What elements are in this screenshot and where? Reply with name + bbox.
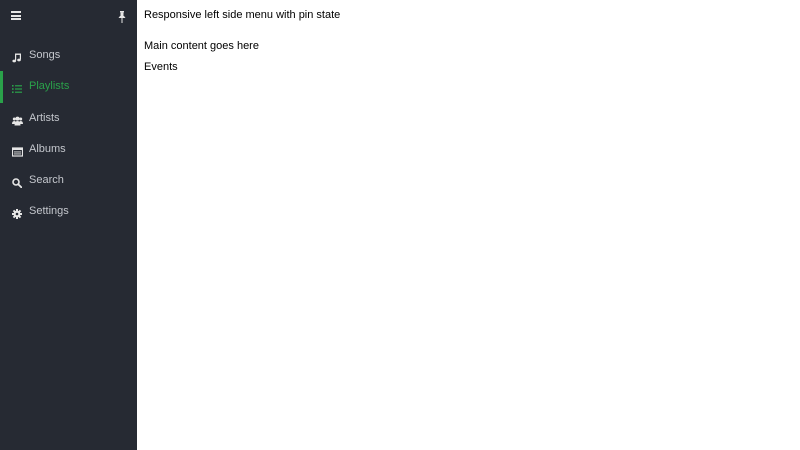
sidebar-item-label: Search	[29, 174, 64, 187]
sidebar-item-albums[interactable]: Albums	[0, 134, 137, 165]
gear-icon	[12, 206, 22, 220]
app: Songs Playlists Artists Albums Search Se…	[0, 0, 800, 450]
sidebar-item-label: Songs	[29, 49, 61, 61]
sidebar-item-search[interactable]: Search	[0, 165, 137, 196]
pin-icon[interactable]	[117, 10, 127, 23]
events-text: Events	[144, 61, 178, 73]
sidebar-item-label: Artists	[29, 111, 60, 124]
content-text: Main content goes here	[144, 40, 259, 52]
users-icon	[12, 113, 23, 126]
sidebar: Songs Playlists Artists Albums Search Se…	[0, 0, 137, 450]
sidebar-item-artists[interactable]: Artists	[0, 103, 137, 134]
search-icon	[12, 175, 23, 189]
sidebar-item-playlists[interactable]: Playlists	[0, 71, 137, 103]
sidebar-item-settings[interactable]: Settings	[0, 196, 137, 227]
sidebar-item-label: Albums	[29, 142, 66, 155]
album-icon	[11, 144, 24, 157]
sidebar-item-songs[interactable]: Songs	[0, 40, 137, 71]
hamburger-icon[interactable]	[11, 11, 21, 20]
sidebar-item-label: Playlists	[29, 80, 70, 93]
page-title: Responsive left side menu with pin state	[144, 9, 341, 21]
sidebar-item-label: Settings	[29, 205, 69, 218]
sidebar-topbar	[0, 0, 137, 31]
sidebar-menu: Songs Playlists Artists Albums Search Se…	[0, 40, 137, 228]
list-icon	[12, 81, 22, 94]
music-note-icon	[12, 50, 22, 63]
